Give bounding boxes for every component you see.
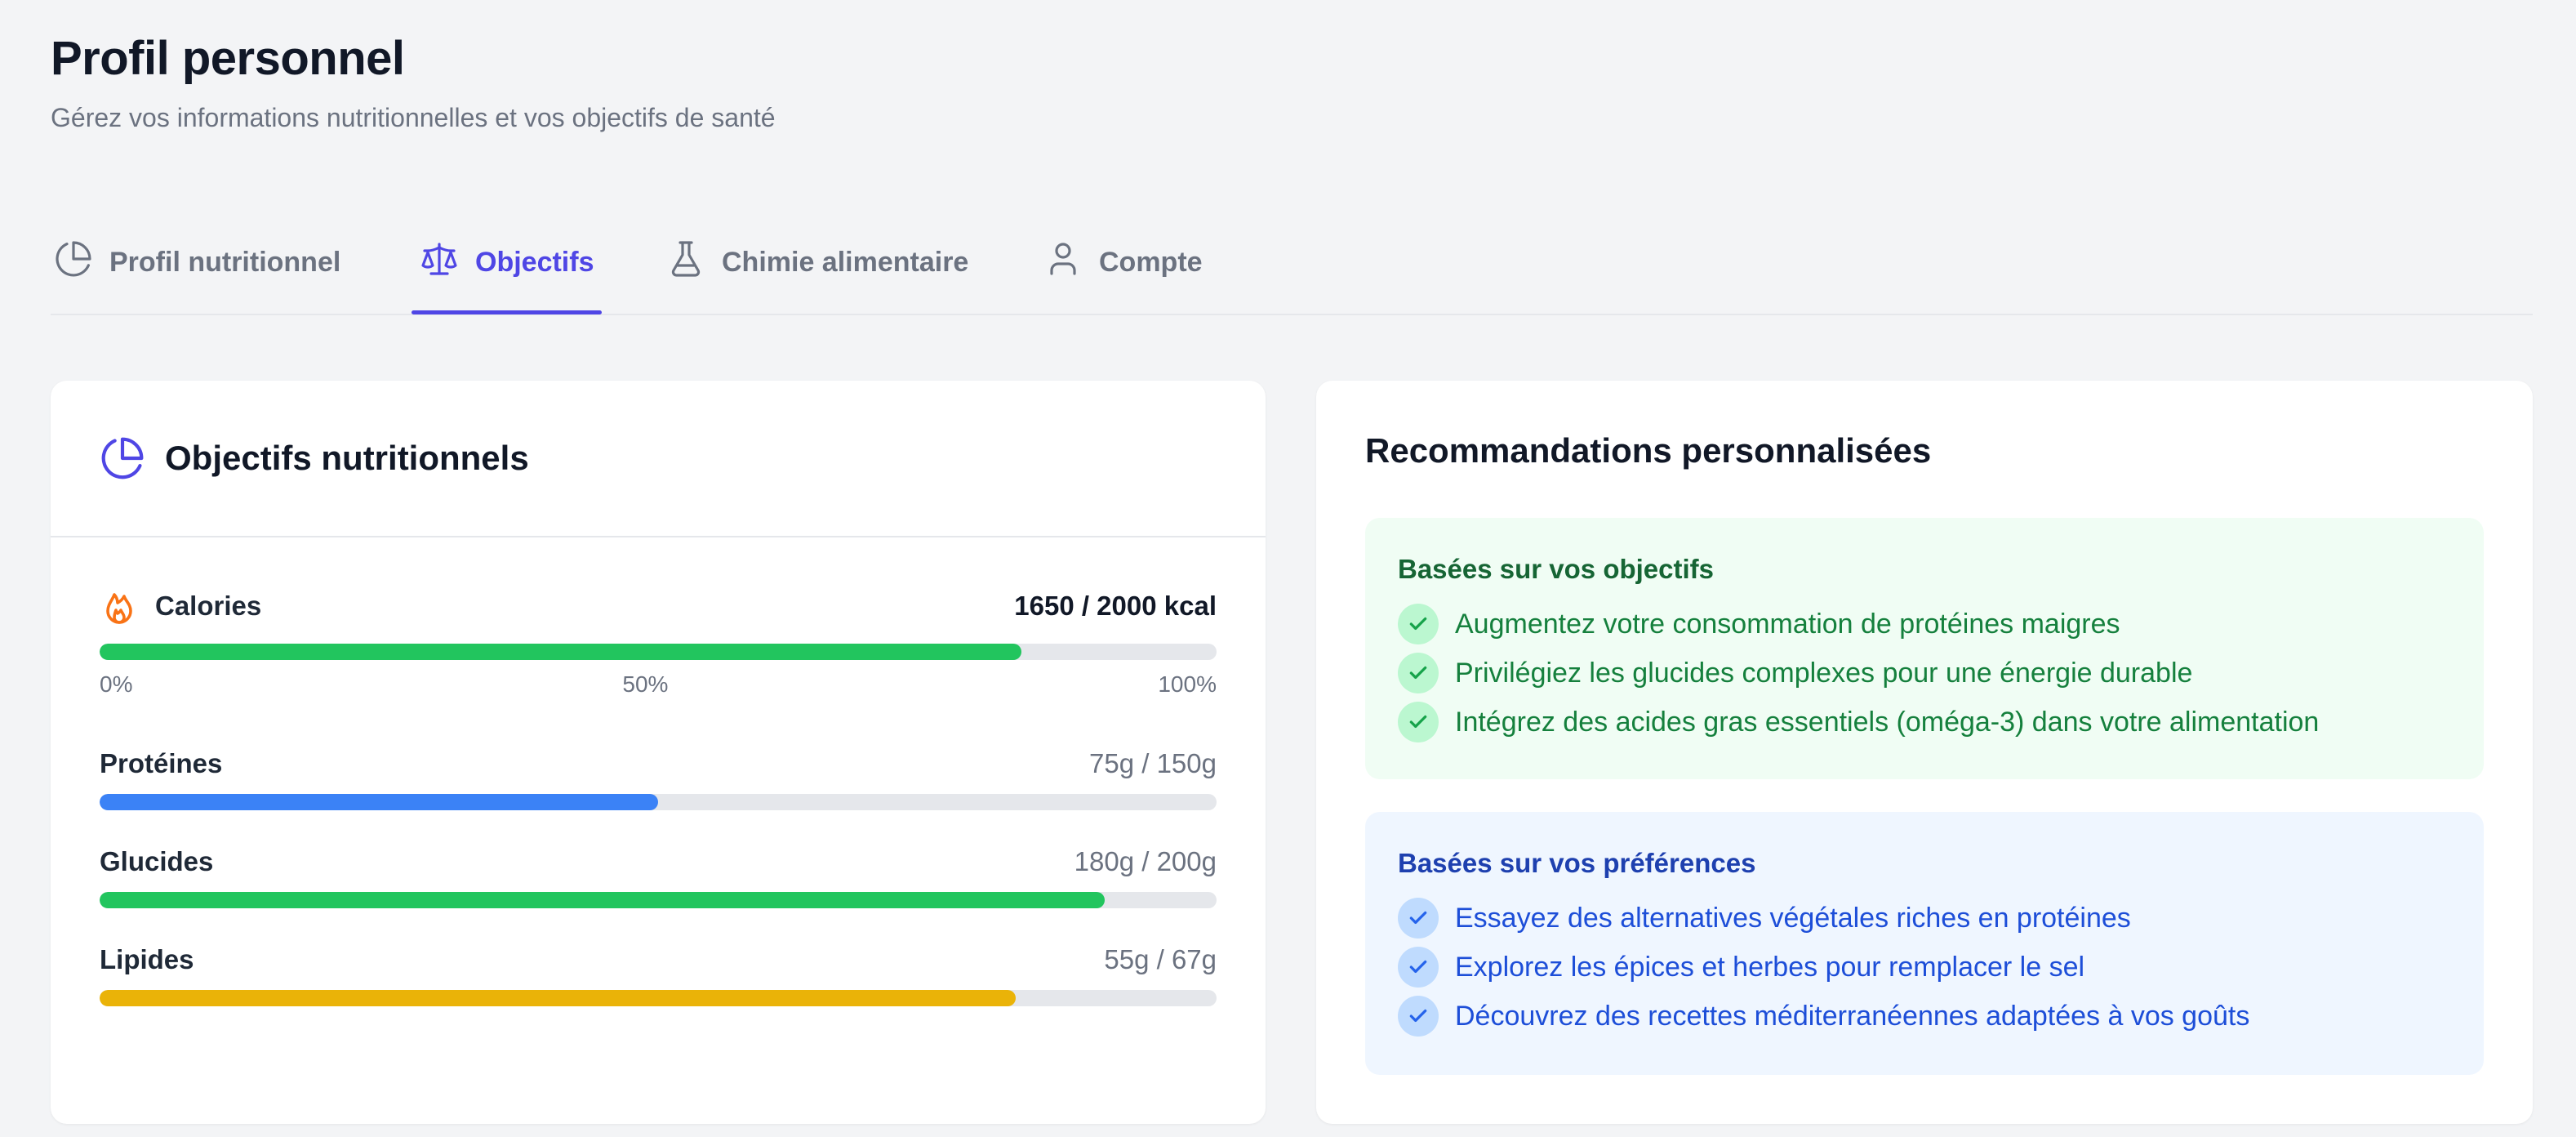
tab-profil-nutritionnel[interactable]: Profil nutritionnel — [54, 212, 340, 312]
list-item: Intégrez des acides gras essentiels (omé… — [1398, 698, 2451, 747]
calories-progress-fill — [100, 644, 1021, 660]
list-item: Explorez les épices et herbes pour rempl… — [1398, 943, 2451, 992]
list-item-text: Intégrez des acides gras essentiels (omé… — [1455, 706, 2320, 738]
page-subtitle: Gérez vos informations nutritionnelles e… — [51, 103, 776, 132]
check-icon — [1398, 898, 1439, 939]
pie-chart-icon — [100, 435, 145, 481]
calories-scale: 0% 50% 100% — [100, 671, 1217, 698]
proteins-metric: Protéines 75g / 150g — [100, 748, 1217, 810]
card-title: Objectifs nutritionnels — [165, 439, 529, 477]
scale-icon — [420, 239, 459, 286]
tab-bar: Profil nutritionnel Objectifs Chimie ali… — [51, 212, 2533, 315]
calories-label-group: Calories — [100, 586, 261, 626]
carbs-metric: Glucides 180g / 200g — [100, 846, 1217, 908]
calories-progress-bar — [100, 644, 1217, 660]
tab-label: Profil nutritionnel — [109, 246, 341, 278]
proteins-progress-bar — [100, 794, 1217, 810]
proteins-progress-fill — [100, 794, 658, 810]
list-item: Essayez des alternatives végétales riche… — [1398, 894, 2451, 943]
tab-compte[interactable]: Compte — [1043, 212, 1203, 312]
nutrition-goals-card: Objectifs nutritionnels Calories 1650 / … — [51, 381, 1266, 1124]
list-item-text: Augmentez votre consommation de protéine… — [1455, 608, 2120, 640]
scale-label-0: 0% — [100, 671, 133, 697]
list-item: Privilégiez les glucides complexes pour … — [1398, 649, 2451, 698]
check-icon — [1398, 996, 1439, 1037]
card-title: Recommandations personnalisées — [1365, 431, 1932, 470]
lipids-value: 55g / 67g — [1104, 944, 1217, 974]
proteins-label: Protéines — [100, 748, 223, 778]
carbs-value: 180g / 200g — [1074, 846, 1217, 876]
list-item-text: Découvrez des recettes méditerranéennes … — [1455, 1000, 2250, 1032]
page-title: Profil personnel — [51, 32, 405, 85]
reco-heading: Basées sur vos objectifs — [1398, 554, 1715, 584]
calories-label: Calories — [155, 591, 262, 621]
lipids-progress-bar — [100, 990, 1217, 1006]
tab-objectifs[interactable]: Objectifs — [411, 212, 603, 314]
scale-label-100: 100% — [1158, 671, 1217, 697]
proteins-value: 75g / 150g — [1089, 748, 1217, 778]
check-icon — [1398, 653, 1439, 693]
check-icon — [1398, 604, 1439, 644]
recommendations-card: Recommandations personnalisées Basées su… — [1316, 381, 2533, 1124]
calories-metric: Calories 1650 / 2000 kcal 0% 50% 100% — [100, 586, 1217, 698]
objectives-recommendations: Basées sur vos objectifs Augmentez votre… — [1365, 518, 2484, 779]
calories-value: 1650 / 2000 kcal — [1014, 591, 1217, 621]
preferences-recommendations: Basées sur vos préférences Essayez des a… — [1365, 812, 2484, 1075]
check-icon — [1398, 702, 1439, 742]
list-item-text: Privilégiez les glucides complexes pour … — [1455, 657, 2193, 689]
profile-page: Profil personnel Gérez vos informations … — [0, 0, 2576, 1137]
lipids-progress-fill — [100, 990, 1016, 1006]
tab-label: Objectifs — [475, 246, 594, 278]
user-icon — [1043, 239, 1083, 286]
card-header: Objectifs nutritionnels — [51, 381, 1266, 537]
scale-label-50: 50% — [622, 671, 669, 697]
tab-chimie-alimentaire[interactable]: Chimie alimentaire — [666, 212, 968, 312]
tab-label: Compte — [1099, 246, 1203, 278]
flask-icon — [666, 239, 705, 286]
pie-chart-icon — [54, 239, 93, 286]
lipids-label: Lipides — [100, 944, 194, 974]
tab-label: Chimie alimentaire — [722, 246, 969, 278]
list-item: Augmentez votre consommation de protéine… — [1398, 600, 2451, 649]
list-item: Découvrez des recettes méditerranéennes … — [1398, 992, 2451, 1041]
list-item-text: Essayez des alternatives végétales riche… — [1455, 902, 2131, 934]
check-icon — [1398, 947, 1439, 988]
flame-icon — [100, 586, 139, 626]
list-item-text: Explorez les épices et herbes pour rempl… — [1455, 951, 2085, 983]
carbs-progress-bar — [100, 892, 1217, 908]
carbs-label: Glucides — [100, 846, 214, 876]
reco-heading: Basées sur vos préférences — [1398, 848, 1756, 878]
carbs-progress-fill — [100, 892, 1106, 908]
lipids-metric: Lipides 55g / 67g — [100, 944, 1217, 1006]
